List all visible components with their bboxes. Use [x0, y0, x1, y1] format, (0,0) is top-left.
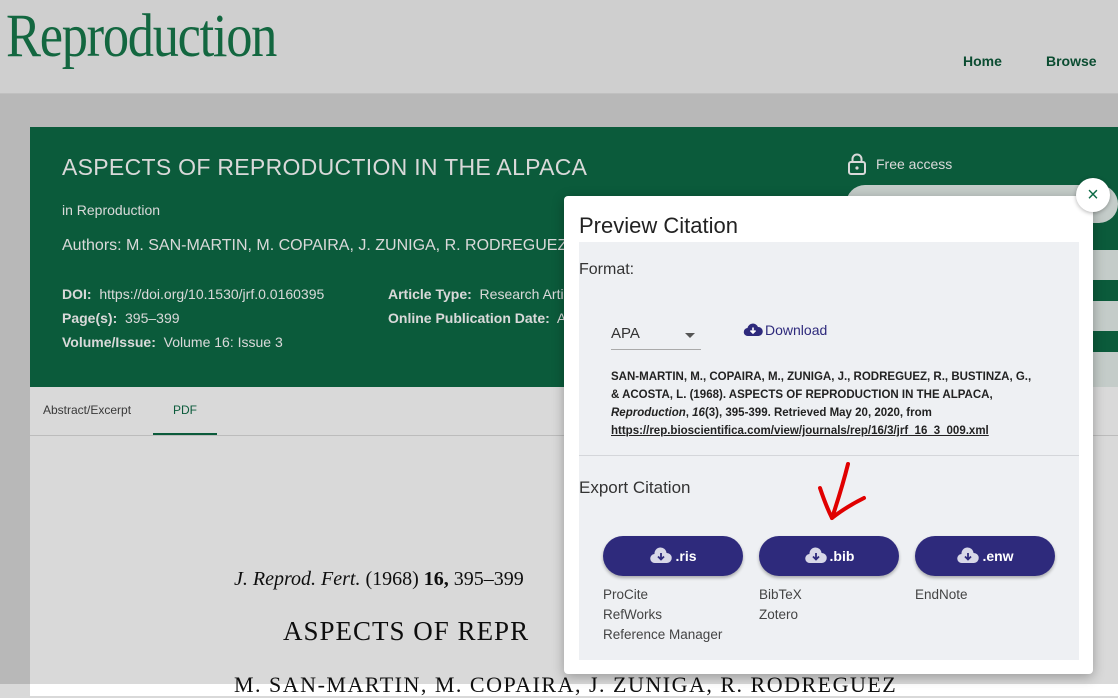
cloud-download-icon — [743, 323, 763, 337]
cloud-download-icon — [957, 547, 980, 564]
app-name: ProCite — [603, 587, 649, 602]
app-name: Reference Manager — [603, 627, 723, 642]
modal-body: Format: APA Download SAN-MARTIN, M., COP… — [579, 242, 1079, 660]
section-divider — [579, 455, 1079, 456]
bib-apps: BibTeX Zotero — [759, 585, 802, 625]
close-modal-button[interactable]: × — [1076, 178, 1110, 212]
citation-volume: 16 — [692, 407, 705, 419]
close-icon: × — [1087, 183, 1099, 206]
citation-rest: (3), 395-399. Retrieved May 20, 2020, fr… — [704, 407, 932, 419]
format-select-value: APA — [611, 325, 640, 342]
app-name: Zotero — [759, 607, 799, 622]
download-button[interactable]: Download — [743, 322, 827, 338]
format-select[interactable]: APA — [611, 320, 701, 350]
citation-authors: SAN-MARTIN, M., COPAIRA, M., ZUNIGA, J.,… — [611, 371, 1032, 401]
download-label: Download — [765, 322, 828, 338]
export-ris-button[interactable]: .ris — [603, 536, 743, 576]
citation-url[interactable]: https://rep.bioscientifica.com/view/jour… — [611, 425, 989, 437]
export-enw-button[interactable]: .enw — [915, 536, 1055, 576]
citation-text: SAN-MARTIN, M., COPAIRA, M., ZUNIGA, J.,… — [611, 368, 1041, 440]
export-label: Export Citation — [579, 478, 691, 497]
enw-apps: EndNote — [915, 585, 968, 605]
modal-title: Preview Citation — [579, 213, 738, 238]
citation-modal: Preview Citation Format: APA Download SA… — [564, 196, 1093, 674]
app-name: BibTeX — [759, 587, 802, 602]
cloud-download-icon — [804, 547, 827, 564]
caret-down-icon — [685, 333, 695, 338]
format-label: Format: — [579, 261, 635, 278]
ris-apps: ProCite RefWorks Reference Manager — [603, 585, 722, 645]
app-name: RefWorks — [603, 607, 663, 622]
export-bib-label: .bib — [829, 548, 855, 564]
cloud-download-icon — [650, 547, 673, 564]
export-ris-label: .ris — [675, 548, 697, 564]
citation-journal: Reproduction — [611, 407, 686, 419]
annotation-arrow-icon — [818, 462, 866, 520]
export-bib-button[interactable]: .bib — [759, 536, 899, 576]
export-enw-label: .enw — [982, 548, 1014, 564]
app-name: EndNote — [915, 587, 968, 602]
